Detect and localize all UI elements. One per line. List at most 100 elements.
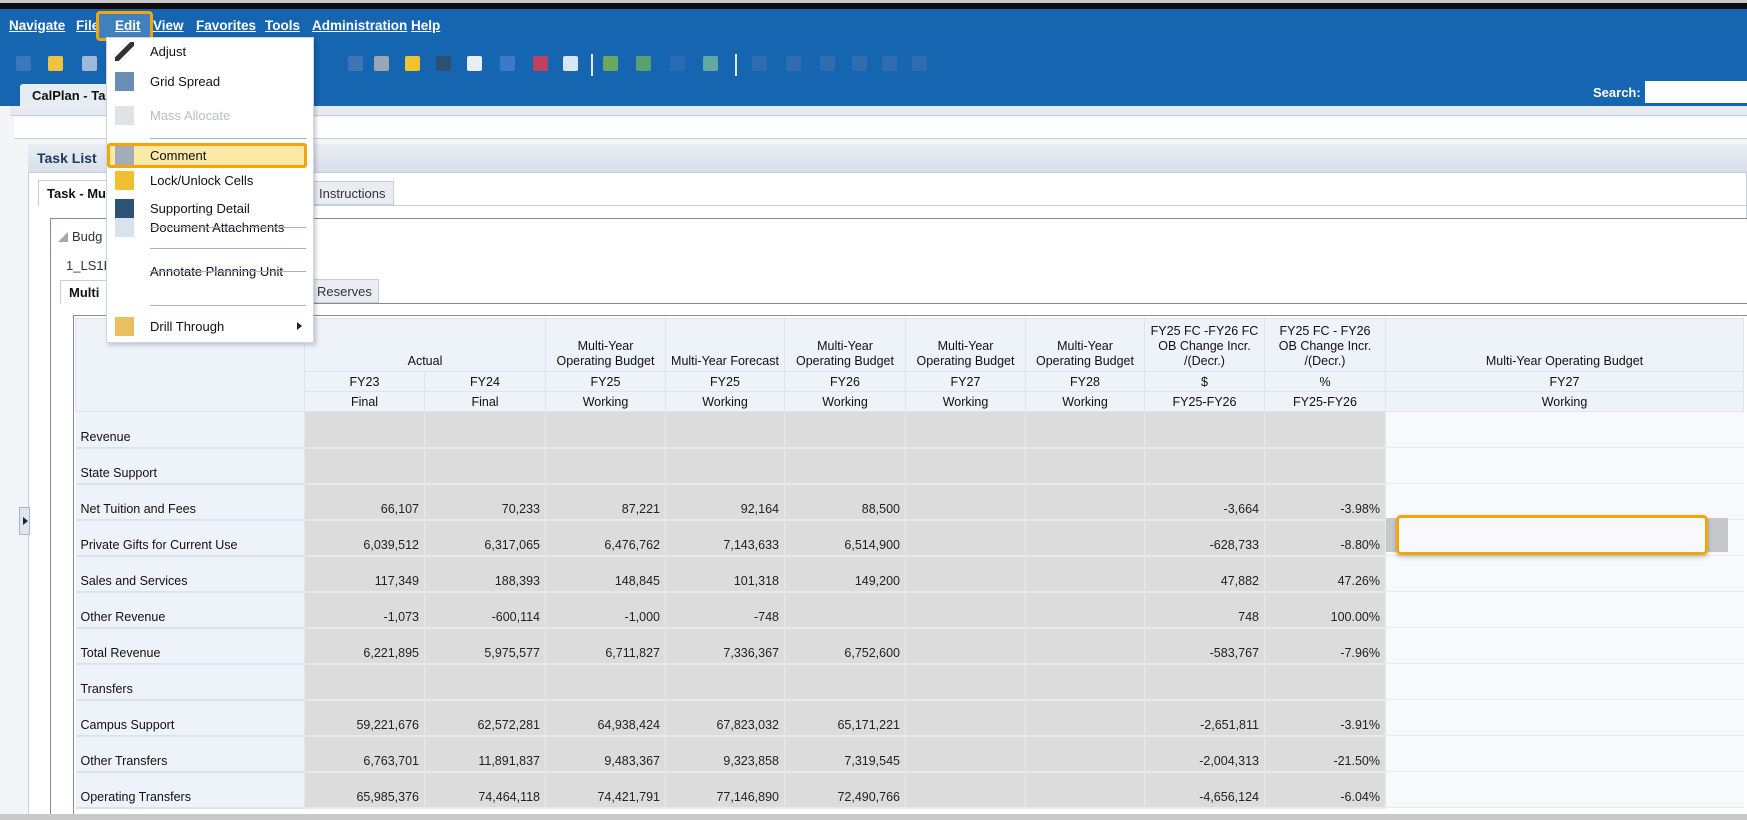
column-header-version: Working <box>905 391 1026 412</box>
row-label: Total Revenue <box>75 627 305 665</box>
row-label: Campus Support <box>75 699 305 737</box>
column-header-year: FY24 <box>424 371 546 392</box>
row-label: Other Revenue <box>75 591 305 629</box>
data-cell <box>905 699 1026 737</box>
row-label: Private Gifts for Current Use <box>75 519 305 557</box>
data-cell: -1,073 <box>304 591 425 629</box>
row-label: Sales and Services <box>75 555 305 593</box>
data-cell: 62,572,281 <box>424 699 546 737</box>
data-cell: 74,464,118 <box>424 771 546 809</box>
delete-icon[interactable] <box>820 56 835 71</box>
editable-cell[interactable] <box>1385 627 1744 664</box>
data-cell <box>1025 699 1145 737</box>
data-cell: 6,711,827 <box>545 627 666 665</box>
column-header-scenario: FY25 FC - FY26 OB Change Incr. /(Decr.) <box>1264 318 1386 372</box>
data-cell <box>905 555 1026 593</box>
column-header-scenario: Multi-Year Operating Budget <box>1385 318 1744 372</box>
menu-item-lock-unlock-cells[interactable]: Lock/Unlock Cells <box>106 169 312 193</box>
menu-item-label: Lock/Unlock Cells <box>150 173 254 188</box>
reject-icon[interactable] <box>670 56 685 71</box>
editable-cell[interactable] <box>1385 663 1744 700</box>
home-icon[interactable] <box>16 56 31 71</box>
mass-allocate-icon <box>115 106 134 125</box>
data-cell <box>905 771 1026 809</box>
data-cell: -1,000 <box>545 591 666 629</box>
approve-icon[interactable] <box>636 56 651 71</box>
data-cell: 101,318 <box>665 555 785 593</box>
menu-view[interactable]: View <box>153 18 184 33</box>
promote-icon[interactable] <box>703 56 718 71</box>
data-cell <box>784 411 906 449</box>
editable-cell[interactable] <box>1385 771 1744 808</box>
insert-col-icon[interactable] <box>786 56 801 71</box>
data-cell <box>905 591 1026 629</box>
menu-help[interactable]: Help <box>411 18 440 33</box>
chart-icon[interactable] <box>348 56 363 71</box>
editable-cell[interactable] <box>1385 591 1744 628</box>
info-icon[interactable] <box>500 56 515 71</box>
editable-cell[interactable] <box>1385 735 1744 772</box>
data-cell <box>1025 591 1145 629</box>
data-cell: 6,221,895 <box>304 627 425 665</box>
editable-cell[interactable] <box>1385 447 1744 484</box>
header-row-scenario: Actual Multi-Year Operating Budget Multi-Y… <box>75 318 1744 412</box>
data-cell: 67,823,032 <box>665 699 785 737</box>
data-cell: 66,107 <box>304 483 425 521</box>
collapse-triangle-icon[interactable] <box>58 232 68 242</box>
table-row: Campus Support 59,221,676 62,572,281 64,938… <box>75 699 1744 737</box>
submit-icon[interactable] <box>603 56 618 71</box>
selected-cell-fy27-private-gifts[interactable] <box>1396 515 1708 555</box>
menu-tools[interactable]: Tools <box>265 18 300 33</box>
search-input[interactable] <box>1645 81 1747 103</box>
grid-spread-icon <box>115 72 134 91</box>
data-cell: -748 <box>665 591 785 629</box>
data-cell <box>304 663 425 701</box>
menu-favorites[interactable]: Favorites <box>196 18 256 33</box>
refresh-icon[interactable] <box>912 56 927 71</box>
close-icon[interactable] <box>882 56 897 71</box>
supporting-detail-icon[interactable] <box>436 56 451 71</box>
editable-cell[interactable] <box>1385 555 1744 592</box>
menu-item-adjust[interactable]: Adjust <box>106 40 312 64</box>
editable-cell[interactable] <box>1385 699 1744 736</box>
expand-panel-handle[interactable] <box>19 507 30 535</box>
comment-icon[interactable] <box>374 56 389 71</box>
menu-item-label: Grid Spread <box>150 74 221 89</box>
data-cell <box>905 411 1026 449</box>
menu-navigate[interactable]: Navigate <box>9 18 65 33</box>
data-cell <box>304 411 425 449</box>
data-cell <box>1025 483 1145 521</box>
data-cell: -2,651,811 <box>1144 699 1265 737</box>
data-cell <box>784 591 906 629</box>
data-grid: Actual Multi-Year Operating Budget Multi-Y… <box>75 318 1744 809</box>
data-cell: -628,733 <box>1144 519 1265 557</box>
tab-instructions[interactable]: Instructions <box>312 181 394 205</box>
data-cell <box>1025 735 1145 773</box>
column-header-version: Working <box>1025 391 1145 412</box>
search-icon[interactable] <box>852 56 867 71</box>
lock-icon[interactable] <box>405 56 420 71</box>
open-folder-icon[interactable] <box>48 56 63 71</box>
data-cell: 47,882 <box>1144 555 1265 593</box>
grid-icon[interactable] <box>563 56 578 71</box>
menu-item-grid-spread[interactable]: Grid Spread <box>106 70 312 94</box>
tab-reserves[interactable]: Reserves <box>312 279 379 303</box>
insert-row-icon[interactable] <box>752 56 767 71</box>
menu-item-document-attachments[interactable]: Document Attachments <box>106 216 312 240</box>
users-icon[interactable] <box>82 56 97 71</box>
menu-item-comment[interactable]: Comment <box>106 144 312 168</box>
data-cell <box>1144 447 1265 485</box>
menu-administration[interactable]: Administration <box>312 18 407 33</box>
data-cell: -600,114 <box>424 591 546 629</box>
menu-item-annotate-planning-unit[interactable]: Annotate Planning Unit <box>106 260 312 284</box>
window-top-border <box>0 0 1747 9</box>
toolbar-separator <box>591 54 593 76</box>
column-header-version: FY25-FY26 <box>1144 391 1265 412</box>
menu-item-drill-through[interactable]: Drill Through <box>106 315 312 339</box>
attachment-icon[interactable] <box>467 56 482 71</box>
column-header-year: FY26 <box>784 371 906 392</box>
menu-item-label: Drill Through <box>150 319 225 334</box>
editable-cell[interactable] <box>1385 411 1744 448</box>
data-cell <box>905 735 1026 773</box>
drill-through-icon[interactable] <box>533 56 548 71</box>
